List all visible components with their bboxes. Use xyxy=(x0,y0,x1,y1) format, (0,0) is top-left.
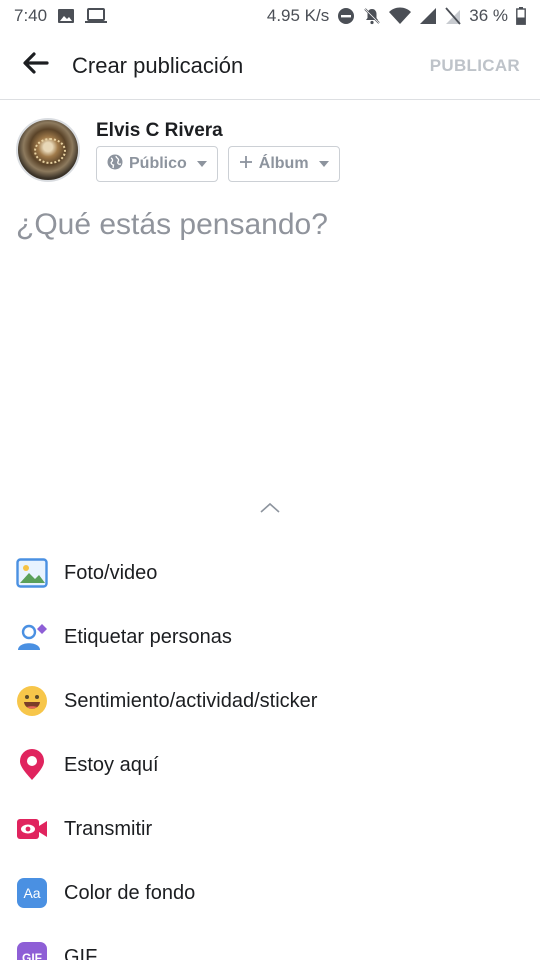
chevron-up-icon xyxy=(259,501,281,519)
option-label: Foto/video xyxy=(64,561,158,584)
plus-icon xyxy=(239,155,253,174)
live-video-icon xyxy=(16,813,48,845)
location-pin-icon xyxy=(16,749,48,781)
image-icon xyxy=(57,8,75,24)
caret-down-icon xyxy=(196,161,207,167)
no-sim-icon xyxy=(445,7,461,25)
avatar[interactable] xyxy=(16,118,80,182)
back-button[interactable] xyxy=(0,32,72,100)
battery-percent: 36 % xyxy=(469,6,508,25)
option-label: GIF xyxy=(64,945,98,960)
publish-button[interactable]: PUBLICAR xyxy=(430,56,520,76)
option-label: Color de fondo xyxy=(64,881,196,904)
post-text-input[interactable] xyxy=(16,208,524,468)
caret-down-icon xyxy=(318,161,329,167)
status-time: 7:40 xyxy=(14,6,48,25)
option-gif[interactable]: GIF GIF xyxy=(0,925,540,960)
option-tag-people[interactable]: Etiquetar personas xyxy=(0,605,540,669)
do-not-disturb-icon xyxy=(337,7,355,25)
battery-icon xyxy=(516,7,526,25)
gif-icon: GIF xyxy=(16,941,48,960)
muted-bell-icon xyxy=(363,7,381,25)
option-label: Transmitir xyxy=(64,817,153,840)
laptop-icon xyxy=(85,8,108,24)
privacy-label: Público xyxy=(129,155,187,172)
app-bar: Crear publicación PUBLICAR xyxy=(0,32,540,100)
option-feeling-activity[interactable]: Sentimiento/actividad/sticker xyxy=(0,669,540,733)
background-color-icon: Aa xyxy=(16,877,48,909)
option-background-color[interactable]: Aa Color de fondo xyxy=(0,861,540,925)
composer-options-list: Foto/video Etiquetar personas Sentimient… xyxy=(0,541,540,960)
option-label: Estoy aquí xyxy=(64,753,159,776)
tag-people-icon xyxy=(16,621,48,653)
globe-icon xyxy=(107,154,123,175)
user-name: Elvis C Rivera xyxy=(96,120,223,141)
smiley-icon xyxy=(16,685,48,717)
option-check-in[interactable]: Estoy aquí xyxy=(0,733,540,797)
expand-options-button[interactable] xyxy=(255,498,285,522)
option-label: Sentimiento/actividad/sticker xyxy=(64,689,318,712)
option-photo-video[interactable]: Foto/video xyxy=(0,541,540,605)
net-speed: 4.95 K/s xyxy=(266,6,330,25)
svg-text:Aa: Aa xyxy=(23,885,40,901)
option-live-video[interactable]: Transmitir xyxy=(0,797,540,861)
status-bar: 7:40 4.95 K/s 36 % xyxy=(0,0,540,32)
album-label: Álbum xyxy=(258,155,309,172)
arrow-left-icon xyxy=(23,52,49,79)
privacy-selector[interactable]: Público xyxy=(96,146,218,182)
album-selector[interactable]: Álbum xyxy=(227,146,340,182)
composer-header: Elvis C Rivera Público Álbum xyxy=(16,118,524,182)
wifi-icon xyxy=(389,7,412,25)
svg-text:GIF: GIF xyxy=(22,951,42,960)
option-label: Etiquetar personas xyxy=(64,625,232,648)
signal-icon xyxy=(419,7,437,25)
page-title: Crear publicación xyxy=(72,52,244,78)
photo-icon xyxy=(16,557,48,589)
